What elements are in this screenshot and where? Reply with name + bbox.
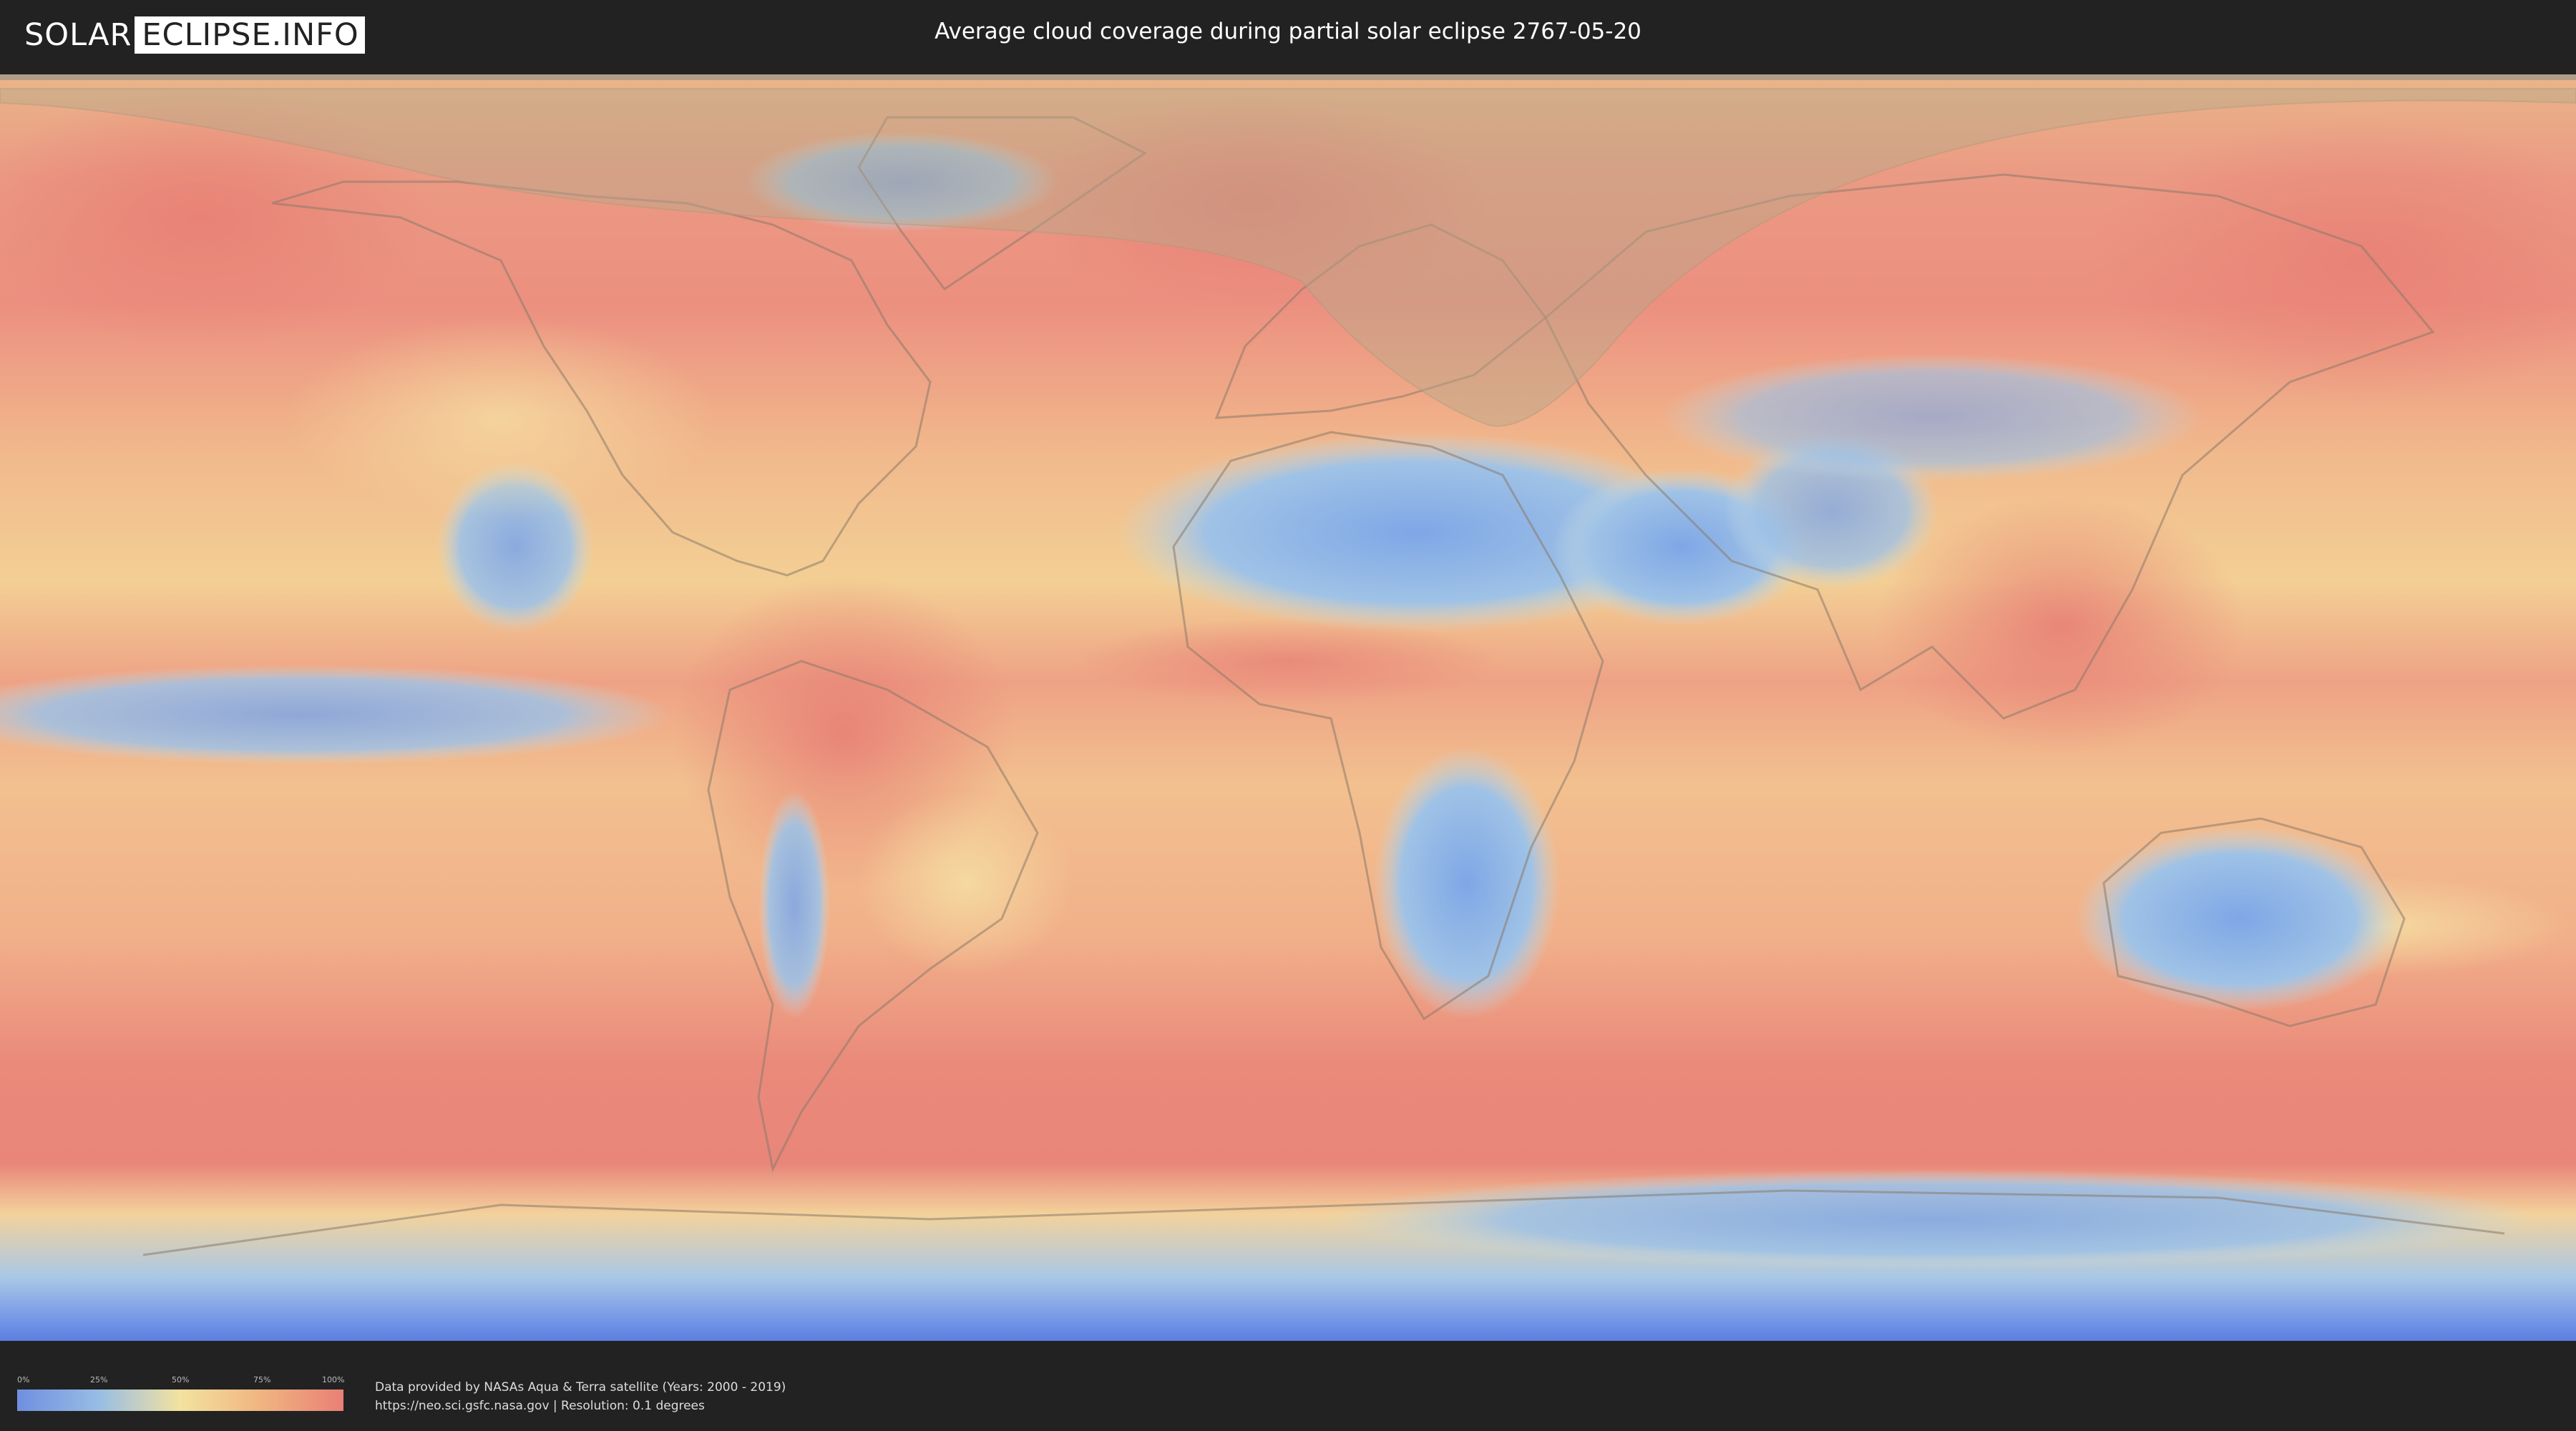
legend-ticks: 0% 25% 50% 75% 100% <box>17 1375 345 1390</box>
andes-clear <box>758 790 830 1019</box>
header-bar: SOLAR ECLIPSE.INFO Average cloud coverag… <box>0 0 2576 72</box>
legend-tick-50: 50% <box>172 1375 190 1384</box>
brazil-light <box>859 790 1073 976</box>
page-title: Average cloud coverage during partial so… <box>935 19 1641 44</box>
credits-source: Data provided by NASAs Aqua & Terra sate… <box>375 1380 786 1395</box>
cloud-coverage-map <box>0 74 2576 1341</box>
legend-tick-25: 25% <box>90 1375 108 1384</box>
antarctica-clear <box>1324 1169 2540 1269</box>
legend-tick-75: 75% <box>253 1375 271 1384</box>
australia-clear <box>2075 826 2404 1012</box>
legend-tick-0: 0% <box>17 1375 30 1384</box>
world-map-svg <box>0 74 2576 1341</box>
north-america-light <box>286 318 716 518</box>
cloud-coverage-legend: 0% 25% 50% 75% 100% <box>17 1375 345 1411</box>
legend-color-bar <box>17 1390 343 1411</box>
credits-link[interactable]: https://neo.sci.gsfc.nasa.gov | Resoluti… <box>375 1397 786 1415</box>
legend-tick-100: 100% <box>322 1375 345 1384</box>
map-top-edge <box>0 74 2576 80</box>
data-credits: Data provided by NASAs Aqua & Terra sate… <box>375 1378 786 1415</box>
central-asia-clear <box>1660 353 2204 482</box>
southern-africa-clear <box>1374 747 1560 1019</box>
